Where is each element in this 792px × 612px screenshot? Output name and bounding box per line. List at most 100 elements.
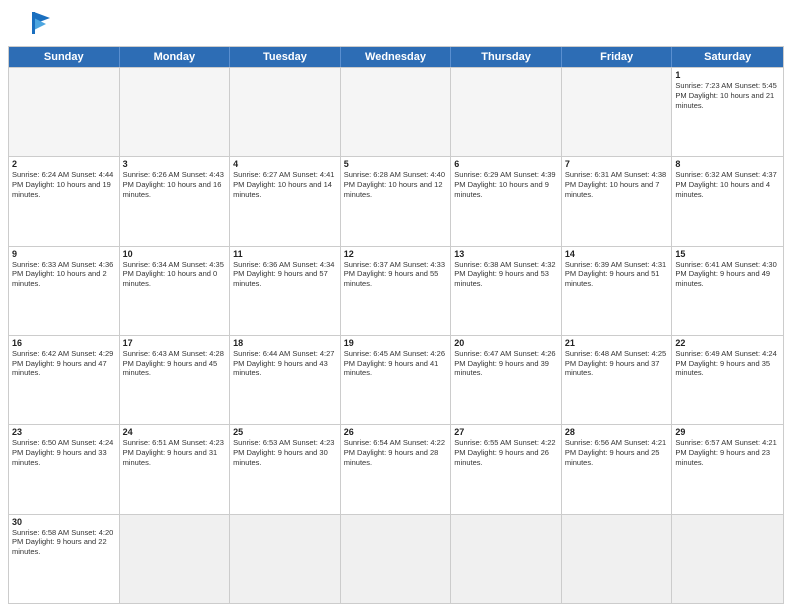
calendar-cell: 1Sunrise: 7:23 AM Sunset: 5:45 PM Daylig… xyxy=(672,68,783,156)
day-number: 7 xyxy=(565,159,669,169)
cell-info: Sunrise: 6:43 AM Sunset: 4:28 PM Dayligh… xyxy=(123,349,227,378)
day-header-saturday: Saturday xyxy=(672,47,783,67)
calendar-cell: 7Sunrise: 6:31 AM Sunset: 4:38 PM Daylig… xyxy=(562,157,673,245)
calendar-cell: 17Sunrise: 6:43 AM Sunset: 4:28 PM Dayli… xyxy=(120,336,231,424)
calendar-cell xyxy=(9,68,120,156)
calendar-cell: 29Sunrise: 6:57 AM Sunset: 4:21 PM Dayli… xyxy=(672,425,783,513)
calendar-cell xyxy=(230,68,341,156)
cell-info: Sunrise: 6:39 AM Sunset: 4:31 PM Dayligh… xyxy=(565,260,669,289)
day-number: 15 xyxy=(675,249,780,259)
day-number: 29 xyxy=(675,427,780,437)
cell-info: Sunrise: 6:53 AM Sunset: 4:23 PM Dayligh… xyxy=(233,438,337,467)
calendar-cell: 9Sunrise: 6:33 AM Sunset: 4:36 PM Daylig… xyxy=(9,247,120,335)
calendar-cell: 5Sunrise: 6:28 AM Sunset: 4:40 PM Daylig… xyxy=(341,157,452,245)
cell-info: Sunrise: 6:38 AM Sunset: 4:32 PM Dayligh… xyxy=(454,260,558,289)
calendar-cell: 19Sunrise: 6:45 AM Sunset: 4:26 PM Dayli… xyxy=(341,336,452,424)
cell-info: Sunrise: 6:48 AM Sunset: 4:25 PM Dayligh… xyxy=(565,349,669,378)
calendar-cell xyxy=(562,515,673,603)
day-header-friday: Friday xyxy=(562,47,673,67)
day-number: 5 xyxy=(344,159,448,169)
calendar-cell: 11Sunrise: 6:36 AM Sunset: 4:34 PM Dayli… xyxy=(230,247,341,335)
calendar-row-2: 2Sunrise: 6:24 AM Sunset: 4:44 PM Daylig… xyxy=(9,157,783,246)
calendar-cell: 27Sunrise: 6:55 AM Sunset: 4:22 PM Dayli… xyxy=(451,425,562,513)
cell-info: Sunrise: 6:57 AM Sunset: 4:21 PM Dayligh… xyxy=(675,438,780,467)
calendar: SundayMondayTuesdayWednesdayThursdayFrid… xyxy=(0,46,792,612)
day-number: 17 xyxy=(123,338,227,348)
calendar-cell xyxy=(562,68,673,156)
day-number: 4 xyxy=(233,159,337,169)
cell-info: Sunrise: 6:28 AM Sunset: 4:40 PM Dayligh… xyxy=(344,170,448,199)
calendar-cell: 13Sunrise: 6:38 AM Sunset: 4:32 PM Dayli… xyxy=(451,247,562,335)
calendar-cell: 6Sunrise: 6:29 AM Sunset: 4:39 PM Daylig… xyxy=(451,157,562,245)
day-number: 30 xyxy=(12,517,116,527)
calendar-cell: 20Sunrise: 6:47 AM Sunset: 4:26 PM Dayli… xyxy=(451,336,562,424)
calendar-cell: 30Sunrise: 6:58 AM Sunset: 4:20 PM Dayli… xyxy=(9,515,120,603)
cell-info: Sunrise: 6:51 AM Sunset: 4:23 PM Dayligh… xyxy=(123,438,227,467)
cell-info: Sunrise: 6:29 AM Sunset: 4:39 PM Dayligh… xyxy=(454,170,558,199)
cell-info: Sunrise: 6:45 AM Sunset: 4:26 PM Dayligh… xyxy=(344,349,448,378)
day-number: 10 xyxy=(123,249,227,259)
cell-info: Sunrise: 6:26 AM Sunset: 4:43 PM Dayligh… xyxy=(123,170,227,199)
cell-info: Sunrise: 6:33 AM Sunset: 4:36 PM Dayligh… xyxy=(12,260,116,289)
day-number: 21 xyxy=(565,338,669,348)
calendar-cell xyxy=(451,515,562,603)
cell-info: Sunrise: 7:23 AM Sunset: 5:45 PM Dayligh… xyxy=(675,81,780,110)
calendar-cell: 16Sunrise: 6:42 AM Sunset: 4:29 PM Dayli… xyxy=(9,336,120,424)
cell-info: Sunrise: 6:50 AM Sunset: 4:24 PM Dayligh… xyxy=(12,438,116,467)
cell-info: Sunrise: 6:56 AM Sunset: 4:21 PM Dayligh… xyxy=(565,438,669,467)
day-number: 26 xyxy=(344,427,448,437)
day-number: 9 xyxy=(12,249,116,259)
calendar-cell xyxy=(120,515,231,603)
day-number: 6 xyxy=(454,159,558,169)
day-number: 14 xyxy=(565,249,669,259)
header xyxy=(0,0,792,46)
calendar-cell: 15Sunrise: 6:41 AM Sunset: 4:30 PM Dayli… xyxy=(672,247,783,335)
cell-info: Sunrise: 6:54 AM Sunset: 4:22 PM Dayligh… xyxy=(344,438,448,467)
day-number: 13 xyxy=(454,249,558,259)
day-number: 23 xyxy=(12,427,116,437)
cell-info: Sunrise: 6:55 AM Sunset: 4:22 PM Dayligh… xyxy=(454,438,558,467)
day-number: 28 xyxy=(565,427,669,437)
calendar-cell: 18Sunrise: 6:44 AM Sunset: 4:27 PM Dayli… xyxy=(230,336,341,424)
calendar-cell: 26Sunrise: 6:54 AM Sunset: 4:22 PM Dayli… xyxy=(341,425,452,513)
calendar-page: SundayMondayTuesdayWednesdayThursdayFrid… xyxy=(0,0,792,612)
calendar-cell: 2Sunrise: 6:24 AM Sunset: 4:44 PM Daylig… xyxy=(9,157,120,245)
day-header-wednesday: Wednesday xyxy=(341,47,452,67)
calendar-cell: 4Sunrise: 6:27 AM Sunset: 4:41 PM Daylig… xyxy=(230,157,341,245)
day-number: 18 xyxy=(233,338,337,348)
day-number: 19 xyxy=(344,338,448,348)
day-number: 25 xyxy=(233,427,337,437)
cell-info: Sunrise: 6:47 AM Sunset: 4:26 PM Dayligh… xyxy=(454,349,558,378)
calendar-row-3: 9Sunrise: 6:33 AM Sunset: 4:36 PM Daylig… xyxy=(9,247,783,336)
calendar-cell: 12Sunrise: 6:37 AM Sunset: 4:33 PM Dayli… xyxy=(341,247,452,335)
day-number: 27 xyxy=(454,427,558,437)
calendar-cell xyxy=(672,515,783,603)
day-number: 24 xyxy=(123,427,227,437)
calendar-cell: 28Sunrise: 6:56 AM Sunset: 4:21 PM Dayli… xyxy=(562,425,673,513)
cell-info: Sunrise: 6:24 AM Sunset: 4:44 PM Dayligh… xyxy=(12,170,116,199)
calendar-cell: 10Sunrise: 6:34 AM Sunset: 4:35 PM Dayli… xyxy=(120,247,231,335)
calendar-row-1: 1Sunrise: 7:23 AM Sunset: 5:45 PM Daylig… xyxy=(9,68,783,157)
cell-info: Sunrise: 6:37 AM Sunset: 4:33 PM Dayligh… xyxy=(344,260,448,289)
day-header-thursday: Thursday xyxy=(451,47,562,67)
day-number: 3 xyxy=(123,159,227,169)
calendar-row-6: 30Sunrise: 6:58 AM Sunset: 4:20 PM Dayli… xyxy=(9,515,783,603)
calendar-header: SundayMondayTuesdayWednesdayThursdayFrid… xyxy=(8,46,784,68)
calendar-cell: 23Sunrise: 6:50 AM Sunset: 4:24 PM Dayli… xyxy=(9,425,120,513)
cell-info: Sunrise: 6:34 AM Sunset: 4:35 PM Dayligh… xyxy=(123,260,227,289)
cell-info: Sunrise: 6:32 AM Sunset: 4:37 PM Dayligh… xyxy=(675,170,780,199)
calendar-body: 1Sunrise: 7:23 AM Sunset: 5:45 PM Daylig… xyxy=(8,68,784,604)
day-number: 16 xyxy=(12,338,116,348)
calendar-cell xyxy=(230,515,341,603)
cell-info: Sunrise: 6:44 AM Sunset: 4:27 PM Dayligh… xyxy=(233,349,337,378)
cell-info: Sunrise: 6:31 AM Sunset: 4:38 PM Dayligh… xyxy=(565,170,669,199)
day-header-monday: Monday xyxy=(120,47,231,67)
calendar-cell xyxy=(341,515,452,603)
cell-info: Sunrise: 6:41 AM Sunset: 4:30 PM Dayligh… xyxy=(675,260,780,289)
cell-info: Sunrise: 6:42 AM Sunset: 4:29 PM Dayligh… xyxy=(12,349,116,378)
day-number: 22 xyxy=(675,338,780,348)
cell-info: Sunrise: 6:36 AM Sunset: 4:34 PM Dayligh… xyxy=(233,260,337,289)
calendar-row-4: 16Sunrise: 6:42 AM Sunset: 4:29 PM Dayli… xyxy=(9,336,783,425)
cell-info: Sunrise: 6:58 AM Sunset: 4:20 PM Dayligh… xyxy=(12,528,116,557)
calendar-cell: 24Sunrise: 6:51 AM Sunset: 4:23 PM Dayli… xyxy=(120,425,231,513)
